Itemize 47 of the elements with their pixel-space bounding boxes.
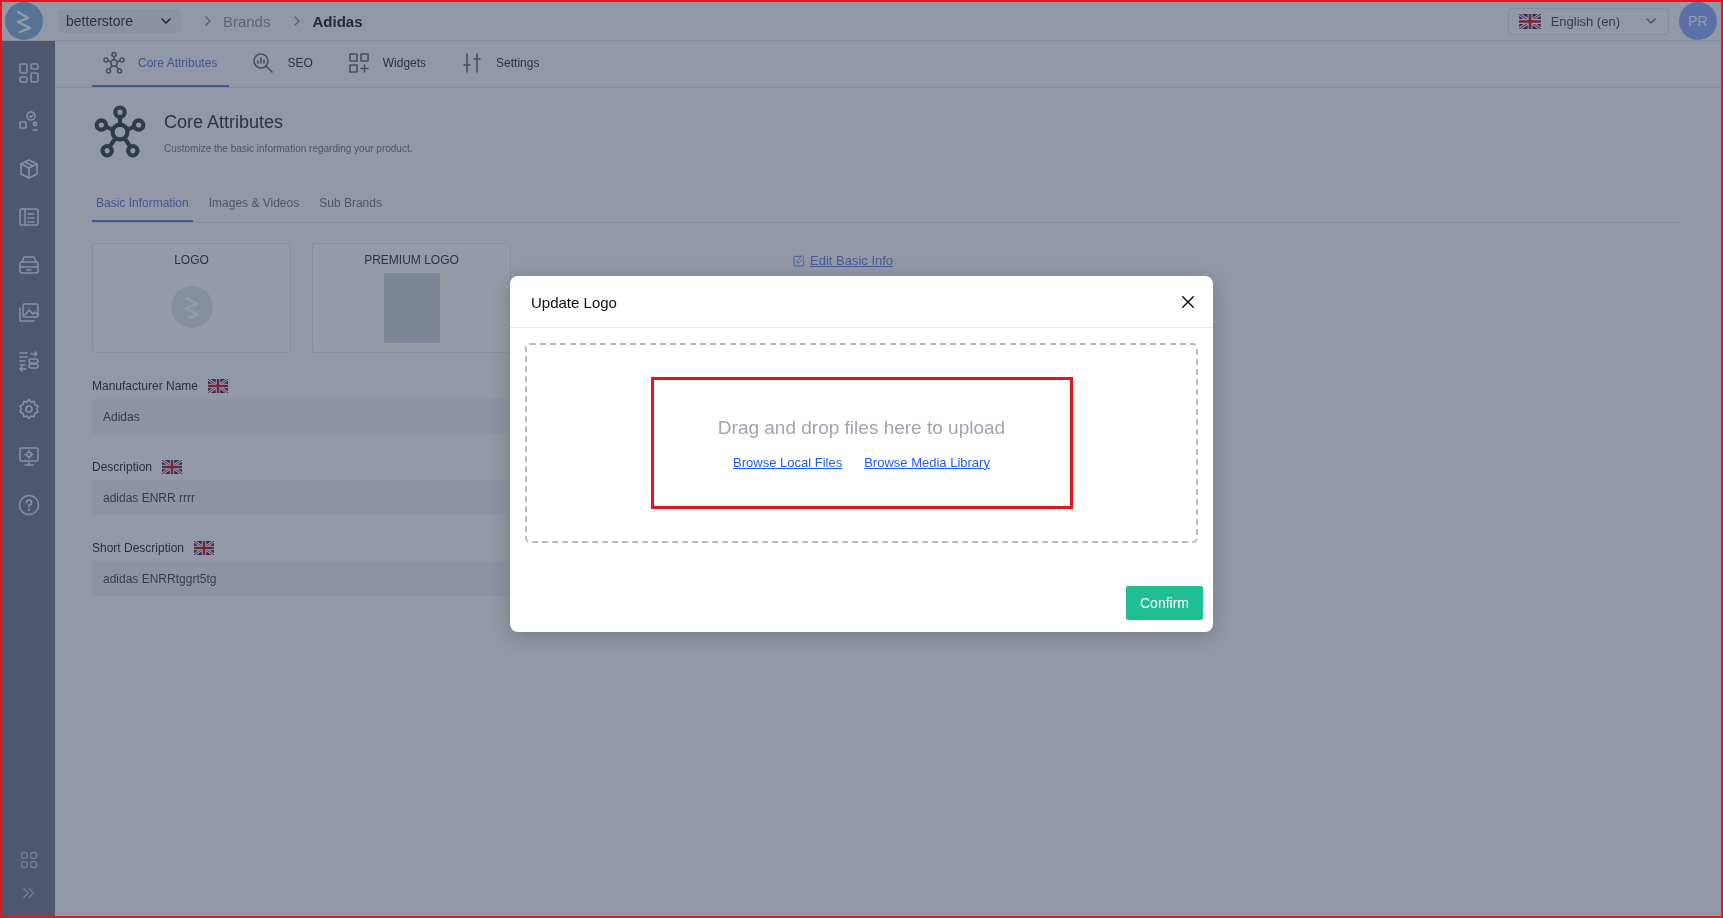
catalog-icon[interactable]: [16, 205, 41, 229]
close-icon[interactable]: [1179, 293, 1197, 311]
storage-box-icon[interactable]: [16, 253, 41, 277]
list-sync-icon[interactable]: [16, 349, 41, 373]
edit-icon: [792, 253, 806, 268]
field-label: Short Description: [92, 541, 185, 555]
breadcrumb-item: Adidas: [312, 12, 363, 30]
drop-zone[interactable]: Drag and drop files here to upload Browse Local Files Browse Media Library: [525, 343, 1198, 543]
tab[interactable]: Settings: [450, 41, 552, 87]
browse-link[interactable]: Browse Media Library: [864, 454, 990, 470]
network-icon: [92, 104, 148, 160]
monitor-settings-icon[interactable]: [16, 445, 41, 469]
network-icon: [102, 51, 126, 75]
store-name: betterstore: [66, 13, 133, 29]
boxes-icon[interactable]: [16, 109, 41, 133]
logo-card[interactable]: LOGO: [92, 243, 291, 353]
section-title: Core Attributes: [164, 112, 285, 133]
tab[interactable]: Widgets: [336, 41, 439, 87]
field-label: Description: [92, 460, 153, 474]
help-icon[interactable]: [16, 493, 41, 517]
confirm-button[interactable]: Confirm: [1126, 586, 1203, 620]
tab[interactable]: Core Attributes: [92, 41, 230, 87]
field-label: Manufacturer Name: [92, 379, 199, 393]
uk-flag-icon: [194, 541, 215, 555]
edit-link[interactable]: Edit Basic Info: [792, 253, 894, 268]
settings-icon[interactable]: [16, 397, 41, 421]
tab[interactable]: SEO: [241, 41, 325, 87]
language-dropdown[interactable]: English (en): [1507, 7, 1669, 35]
search-chart-icon: [251, 51, 276, 75]
browse-link[interactable]: Browse Local Files: [733, 454, 843, 470]
section-subtitle: Customize the basic information regarding your product.: [164, 143, 413, 154]
language-label: English (en): [1550, 13, 1620, 29]
uk-flag-icon: [162, 460, 183, 474]
dialog-title: Update Logo: [531, 293, 617, 311]
uk-flag-icon: [1518, 13, 1541, 29]
card-title: LOGO: [174, 253, 209, 267]
widgets-icon: [346, 51, 371, 75]
uk-flag-icon: [208, 379, 229, 393]
logo-card[interactable]: PREMIUM LOGO: [312, 243, 511, 353]
tab[interactable]: Sub Brands: [315, 192, 386, 222]
tab[interactable]: Images & Videos: [204, 192, 304, 222]
card-title: PREMIUM LOGO: [364, 253, 459, 267]
apps-grid-icon[interactable]: [18, 850, 39, 870]
dashboard-icon[interactable]: [16, 61, 41, 85]
store-dropdown[interactable]: betterstore: [58, 9, 181, 33]
media-icon[interactable]: [16, 301, 41, 325]
tab[interactable]: Basic Information: [92, 192, 193, 222]
